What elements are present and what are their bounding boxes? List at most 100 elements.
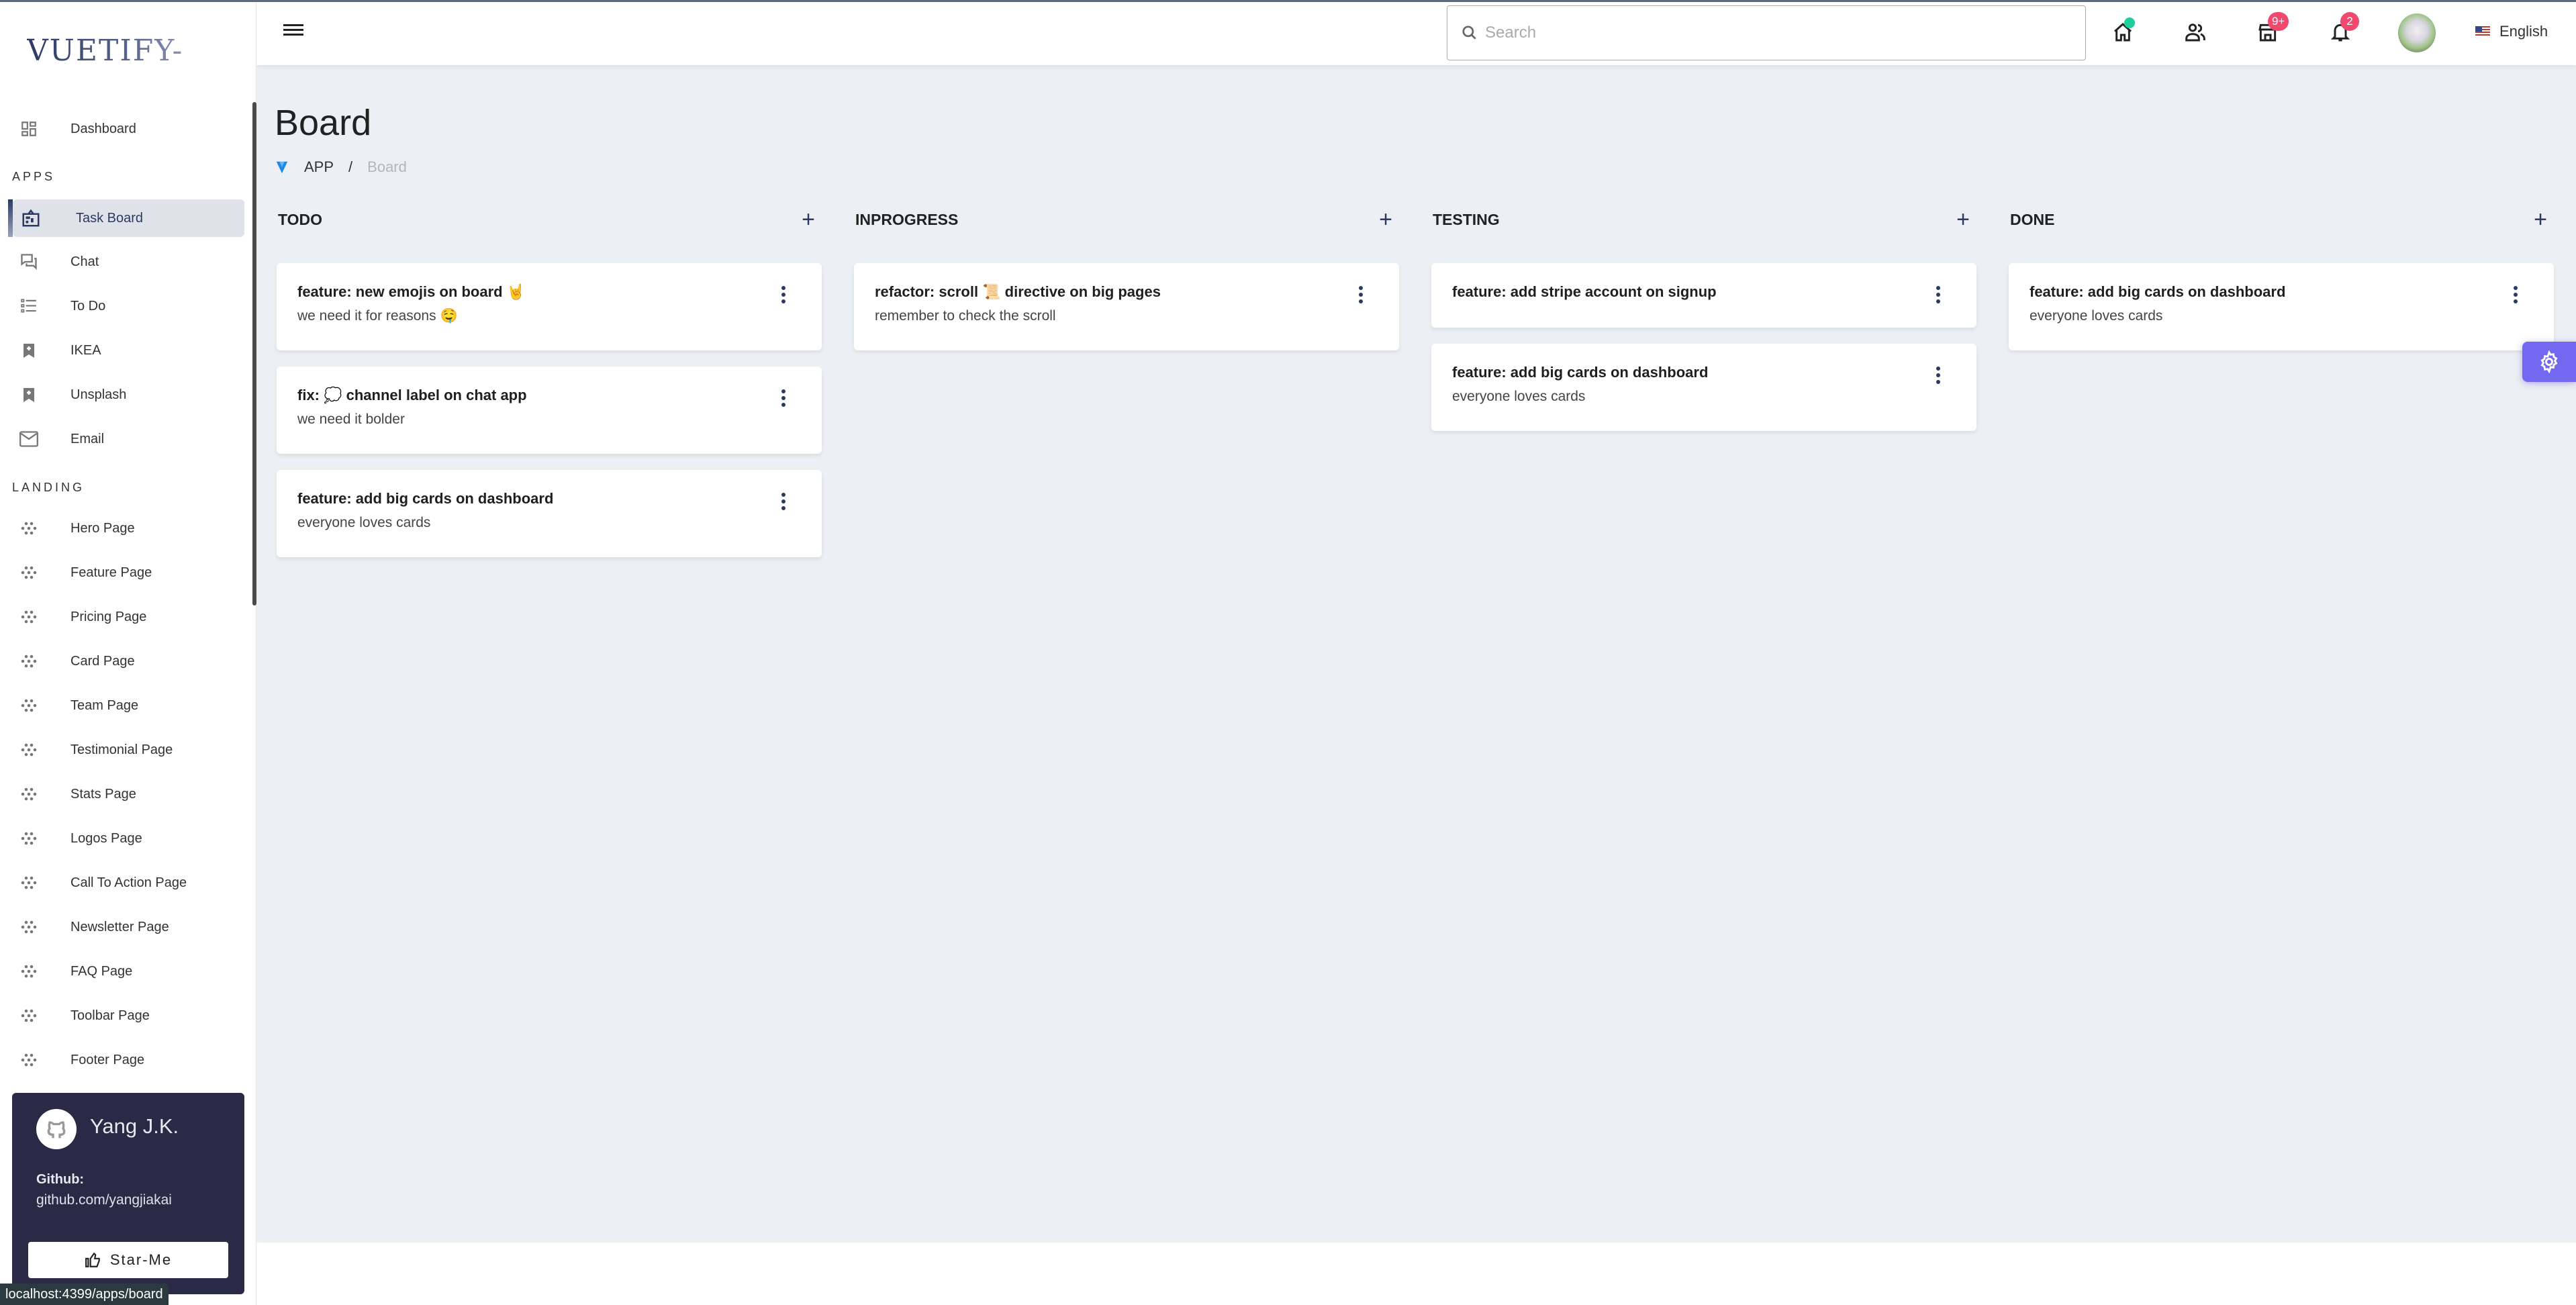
- card-menu-button[interactable]: [780, 389, 787, 407]
- notifications-badge: 2: [2340, 12, 2359, 31]
- dashboard-icon: [19, 119, 39, 139]
- sidebar-item-todo[interactable]: To Do: [9, 287, 244, 325]
- column-header: INPROGRESS +: [854, 208, 1399, 235]
- home-button[interactable]: [2111, 17, 2135, 44]
- dots-icon: [19, 695, 39, 716]
- star-me-button[interactable]: Star-Me: [28, 1242, 228, 1278]
- card-title: feature: add stripe account on signup: [1452, 283, 1717, 300]
- search-field[interactable]: [1447, 5, 2086, 60]
- breadcrumb: APP / Board: [275, 158, 407, 176]
- app-logo[interactable]: VUETIFY-LUX: [27, 34, 228, 102]
- profile-card: Yang J.K. Github: github.com/yangjiakai …: [12, 1093, 244, 1294]
- sidebar-item-newsletter-page[interactable]: Newsletter Page: [9, 908, 244, 946]
- settings-button[interactable]: [2522, 342, 2576, 382]
- task-card[interactable]: feature: add big cards on dashboard every…: [1431, 344, 1976, 431]
- dots-icon: [19, 1050, 39, 1070]
- more-vertical-icon: [2514, 286, 2518, 290]
- sidebar-item-feature-page[interactable]: Feature Page: [9, 554, 244, 591]
- github-link[interactable]: github.com/yangjiakai: [36, 1192, 172, 1208]
- sidebar-item-label: Footer Page: [70, 1052, 145, 1067]
- users-icon: [2185, 23, 2205, 42]
- menu-toggle-button[interactable]: [283, 21, 303, 42]
- sidebar-item-label: FAQ Page: [70, 963, 133, 979]
- menu-icon: [283, 24, 303, 26]
- add-card-button[interactable]: +: [2528, 208, 2553, 232]
- sidebar-item-chat[interactable]: Chat: [9, 243, 244, 281]
- user-avatar[interactable]: [2398, 13, 2436, 52]
- column-title: INPROGRESS: [855, 211, 959, 228]
- language-label: English: [2499, 23, 2548, 40]
- language-selector[interactable]: English: [2475, 23, 2548, 40]
- dots-icon: [19, 563, 39, 583]
- breadcrumb-app[interactable]: APP: [304, 158, 334, 176]
- sidebar-item-testimonial-page[interactable]: Testimonial Page: [9, 731, 244, 769]
- card-menu-button[interactable]: [1935, 286, 1942, 303]
- breadcrumb-current: Board: [367, 158, 407, 175]
- sidebar-item-card-page[interactable]: Card Page: [9, 642, 244, 680]
- sidebar-item-team-page[interactable]: Team Page: [9, 687, 244, 724]
- sidebar-scrollbar[interactable]: [252, 102, 256, 606]
- github-label: Github:: [36, 1172, 85, 1187]
- sidebar-item-ikea[interactable]: IKEA: [9, 332, 244, 369]
- task-card[interactable]: feature: add big cards on dashboard every…: [277, 470, 822, 557]
- chat-icon: [19, 252, 39, 272]
- card-subtitle: everyone loves cards: [2030, 308, 2163, 324]
- sidebar-item-label: Pricing Page: [70, 609, 147, 624]
- dots-icon: [19, 917, 39, 937]
- sidebar-item-pricing-page[interactable]: Pricing Page: [9, 598, 244, 636]
- task-card[interactable]: feature: add stripe account on signup: [1431, 263, 1976, 328]
- card-menu-button[interactable]: [1935, 367, 1942, 384]
- card-title: fix: 💭 channel label on chat app: [297, 387, 527, 403]
- notifications-button[interactable]: 2: [2328, 12, 2359, 44]
- thumbs-up-icon: [85, 1252, 100, 1267]
- sidebar-item-label: Testimonial Page: [70, 742, 173, 757]
- card-menu-button[interactable]: [780, 286, 787, 303]
- sidebar-item-label: To Do: [70, 298, 106, 313]
- sidebar-item-email[interactable]: Email: [9, 420, 244, 458]
- column-title: TESTING: [1433, 211, 1500, 228]
- add-card-button[interactable]: +: [796, 208, 820, 232]
- sidebar-item-task-board[interactable]: Task Board: [8, 199, 244, 237]
- dots-icon: [19, 828, 39, 849]
- sidebar-item-label: Newsletter Page: [70, 919, 169, 934]
- task-card[interactable]: refactor: scroll 📜 directive on big page…: [854, 263, 1399, 350]
- gear-icon: [2540, 350, 2558, 373]
- sidebar-item-call-to-action-page[interactable]: Call To Action Page: [9, 864, 244, 902]
- card-menu-button[interactable]: [2512, 286, 2519, 303]
- column-header: TESTING +: [1431, 208, 1976, 235]
- sidebar-item-hero-page[interactable]: Hero Page: [9, 510, 244, 547]
- sidebar-item-dashboard[interactable]: Dashboard: [9, 110, 244, 148]
- star-me-label: Star-Me: [109, 1251, 173, 1268]
- dots-icon: [19, 651, 39, 671]
- store-badge: 9+: [2268, 12, 2289, 31]
- card-menu-button[interactable]: [780, 493, 787, 510]
- bookmark-plus-icon: [19, 385, 39, 405]
- column-header: TODO +: [277, 208, 822, 235]
- sidebar-item-faq-page[interactable]: FAQ Page: [9, 953, 244, 990]
- card-title: refactor: scroll 📜 directive on big page…: [875, 283, 1161, 300]
- sidebar-item-label: Dashboard: [70, 121, 136, 136]
- sidebar-item-label: Stats Page: [70, 786, 136, 802]
- sidebar-item-logos-page[interactable]: Logos Page: [9, 820, 244, 857]
- search-input[interactable]: [1485, 23, 2056, 42]
- dots-icon: [19, 784, 39, 804]
- task-card[interactable]: fix: 💭 channel label on chat app we need …: [277, 367, 822, 454]
- dots-icon: [19, 961, 39, 981]
- task-card[interactable]: feature: add big cards on dashboard every…: [2009, 263, 2554, 350]
- sidebar-item-label: Toolbar Page: [70, 1008, 150, 1023]
- card-title: feature: new emojis on board 🤘: [297, 283, 526, 300]
- sidebar-item-toolbar-page[interactable]: Toolbar Page: [9, 997, 244, 1034]
- dots-icon: [19, 1006, 39, 1026]
- footer: [256, 1243, 2576, 1305]
- card-title: feature: add big cards on dashboard: [1452, 364, 1709, 381]
- add-card-button[interactable]: +: [1374, 208, 1398, 232]
- add-card-button[interactable]: +: [1951, 208, 1975, 232]
- users-button[interactable]: [2183, 20, 2207, 44]
- sidebar-item-unsplash[interactable]: Unsplash: [9, 376, 244, 414]
- card-menu-button[interactable]: [1357, 286, 1364, 303]
- sidebar-item-stats-page[interactable]: Stats Page: [9, 775, 244, 813]
- task-card[interactable]: feature: new emojis on board 🤘 we need it…: [277, 263, 822, 350]
- sidebar-item-footer-page[interactable]: Footer Page: [9, 1041, 244, 1079]
- sidebar-item-label: Task Board: [76, 210, 144, 226]
- store-button[interactable]: 9+: [2256, 12, 2289, 44]
